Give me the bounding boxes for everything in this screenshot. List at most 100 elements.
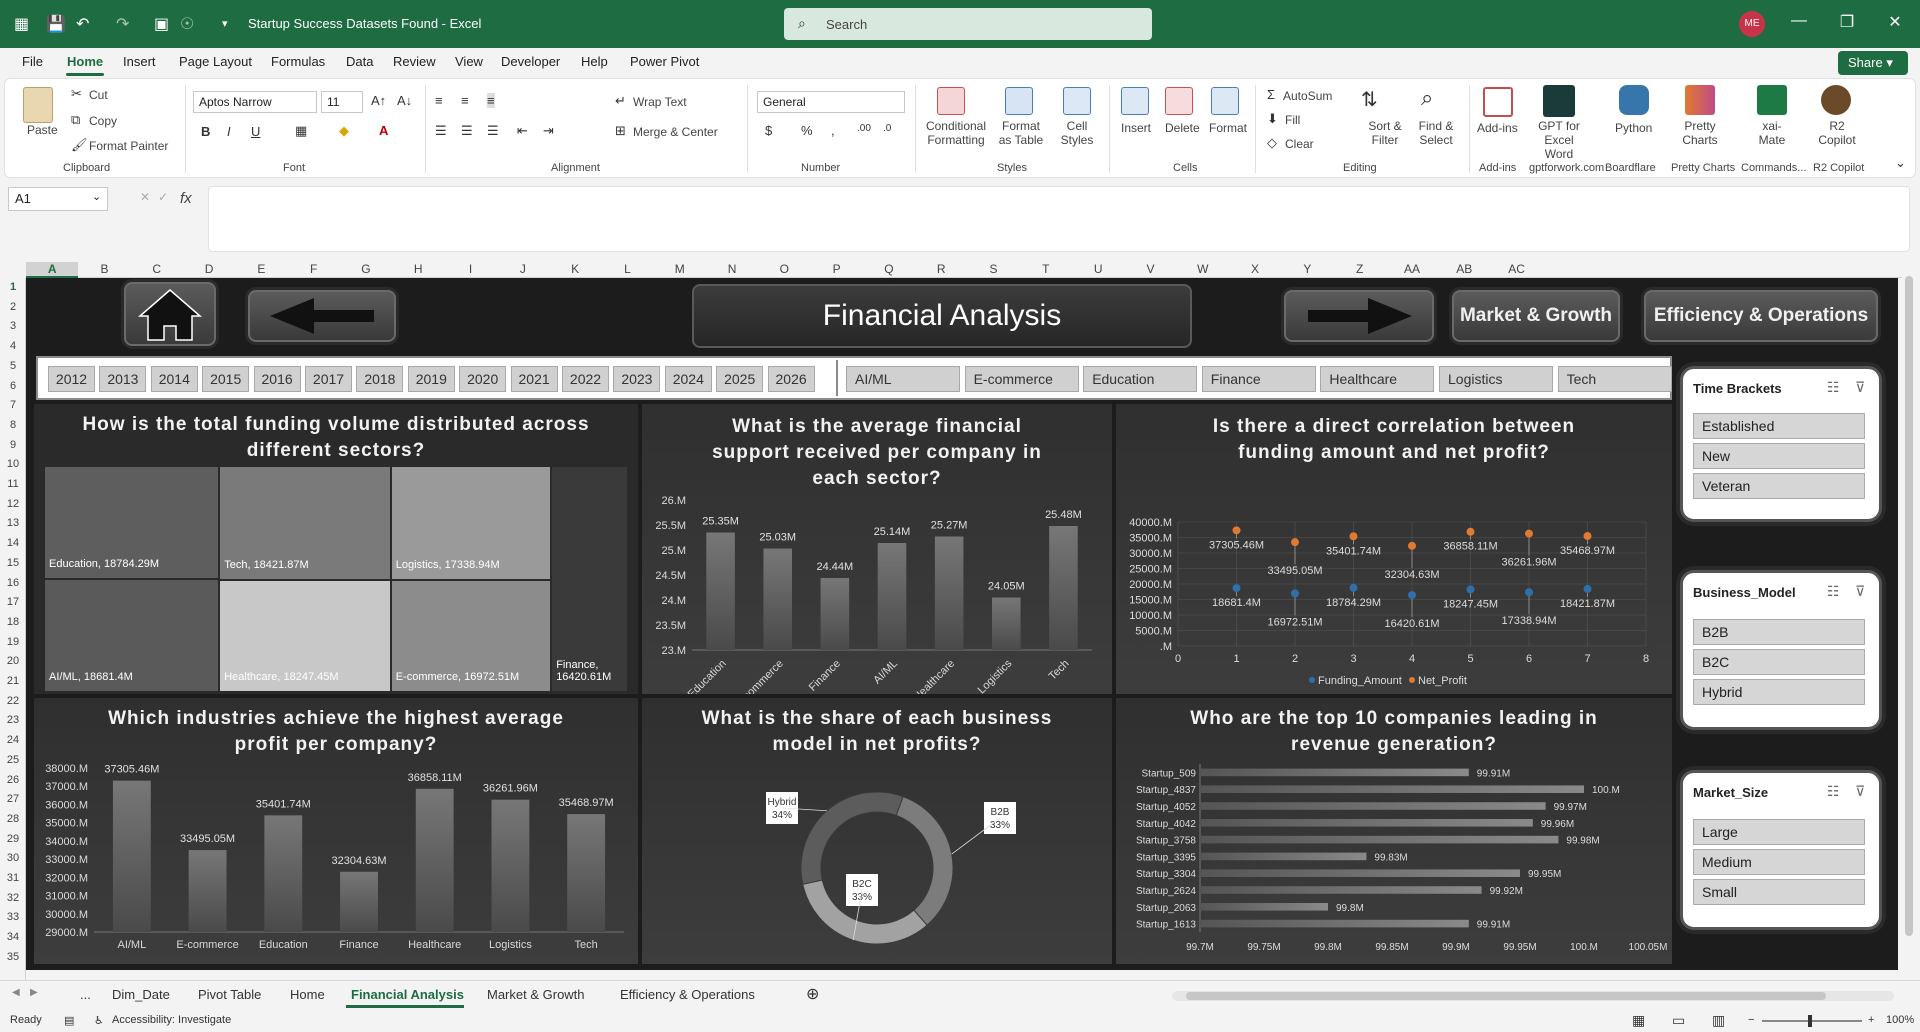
- xai-mate-icon[interactable]: [1757, 85, 1787, 115]
- slicer-item-established[interactable]: Established: [1693, 413, 1865, 439]
- confirm-entry-icon[interactable]: ✓: [158, 190, 168, 204]
- column-header[interactable]: F: [288, 262, 340, 276]
- python-button[interactable]: Python: [1615, 121, 1652, 135]
- tab-review[interactable]: Review: [393, 54, 436, 69]
- clear-icon[interactable]: ◇: [1267, 135, 1277, 151]
- row-header[interactable]: 22: [0, 695, 26, 707]
- row-header[interactable]: 27: [0, 793, 26, 805]
- horizontal-scroll-thumb[interactable]: [1186, 992, 1826, 1000]
- r2-copilot-button[interactable]: R2 Copilot: [1817, 119, 1857, 147]
- delete-cells-icon[interactable]: [1165, 87, 1193, 115]
- currency-icon[interactable]: $: [765, 123, 772, 138]
- column-header[interactable]: A: [26, 262, 79, 278]
- column-header[interactable]: E: [235, 262, 287, 276]
- share-button[interactable]: Share ▾: [1838, 51, 1908, 75]
- align-center-icon[interactable]: ☰: [461, 123, 473, 139]
- row-header[interactable]: 6: [0, 380, 26, 392]
- sector-chip[interactable]: Finance: [1201, 366, 1316, 392]
- zoom-level[interactable]: 100%: [1886, 1014, 1914, 1026]
- close-icon[interactable]: ✕: [1880, 12, 1910, 32]
- pretty-charts-icon[interactable]: [1685, 85, 1715, 115]
- slicer-item-veteran[interactable]: Veteran: [1693, 473, 1865, 499]
- bold-icon[interactable]: B: [201, 124, 210, 139]
- year-chip-2019[interactable]: 2019: [407, 366, 455, 392]
- wrap-text-icon[interactable]: ↵: [615, 93, 626, 109]
- column-header[interactable]: AB: [1438, 262, 1490, 276]
- sheet-tab-market-growth[interactable]: Market & Growth: [487, 987, 585, 1002]
- format-painter-button[interactable]: Format Painter: [89, 139, 168, 153]
- comma-icon[interactable]: ,: [831, 123, 835, 138]
- format-painter-icon[interactable]: 🖌: [71, 137, 88, 153]
- vertical-scroll-thumb[interactable]: [1905, 276, 1913, 936]
- cut-button[interactable]: Cut: [89, 88, 108, 102]
- fill-icon[interactable]: ⬇: [1267, 111, 1278, 127]
- align-bottom-icon[interactable]: ≡: [487, 93, 495, 108]
- autosum-icon[interactable]: Σ: [1267, 87, 1275, 102]
- sort-filter-button[interactable]: Sort & Filter: [1363, 119, 1407, 147]
- sector-chip[interactable]: Tech: [1557, 366, 1672, 392]
- sheet-tab-home[interactable]: Home: [290, 987, 325, 1002]
- delete-cells-button[interactable]: Delete: [1165, 121, 1200, 135]
- decrease-indent-icon[interactable]: ⇤: [517, 123, 528, 139]
- save-icon[interactable]: 💾: [46, 14, 66, 34]
- cell-styles-button[interactable]: Cell Styles: [1057, 119, 1097, 147]
- zoom-slider[interactable]: [1762, 1015, 1862, 1027]
- column-header[interactable]: D: [183, 262, 235, 276]
- row-header[interactable]: 25: [0, 754, 26, 766]
- macro-record-icon[interactable]: ▤: [64, 1014, 74, 1027]
- format-as-table-button[interactable]: Format as Table: [995, 119, 1047, 147]
- row-header[interactable]: 1: [0, 281, 26, 293]
- column-header[interactable]: Y: [1281, 262, 1333, 276]
- column-header[interactable]: Z: [1334, 262, 1386, 276]
- row-header[interactable]: 5: [0, 360, 26, 372]
- align-middle-icon[interactable]: ≡: [461, 93, 469, 108]
- slicer-item-medium[interactable]: Medium: [1693, 849, 1865, 875]
- column-header[interactable]: G: [340, 262, 392, 276]
- avatar[interactable]: ME: [1739, 11, 1765, 37]
- namebox-dropdown-icon[interactable]: ⌄: [92, 190, 101, 203]
- multi-select-icon[interactable]: ☷: [1827, 783, 1840, 800]
- sector-chip[interactable]: Healthcare: [1320, 366, 1435, 392]
- accessibility-status[interactable]: Accessibility: Investigate: [112, 1014, 231, 1026]
- conditional-formatting-button[interactable]: Conditional Formatting: [923, 119, 989, 147]
- align-right-icon[interactable]: ☰: [487, 123, 499, 139]
- year-chip-2024[interactable]: 2024: [664, 366, 712, 392]
- tab-help[interactable]: Help: [581, 54, 608, 69]
- form-icon[interactable]: ▣: [154, 14, 169, 34]
- tab-view[interactable]: View: [455, 54, 483, 69]
- normal-view-icon[interactable]: ▦: [1632, 1012, 1645, 1029]
- column-header[interactable]: X: [1229, 262, 1281, 276]
- tab-power-pivot[interactable]: Power Pivot: [630, 54, 699, 69]
- more-sheets-button[interactable]: ...: [80, 987, 91, 1002]
- sector-chip[interactable]: Logistics: [1439, 366, 1553, 392]
- sector-chip[interactable]: AI/ML: [846, 366, 960, 392]
- tab-page-layout[interactable]: Page Layout: [179, 54, 252, 69]
- increase-font-icon[interactable]: A↑: [371, 93, 386, 108]
- format-as-table-icon[interactable]: [1005, 87, 1033, 115]
- increase-decimal-icon[interactable]: .00: [857, 123, 871, 134]
- cut-icon[interactable]: ✂: [71, 86, 82, 102]
- tab-developer[interactable]: Developer: [501, 54, 560, 69]
- slicer-item-new[interactable]: New: [1693, 443, 1865, 469]
- tab-data[interactable]: Data: [346, 54, 373, 69]
- multi-select-icon[interactable]: ☷: [1827, 379, 1840, 396]
- column-header[interactable]: M: [654, 262, 706, 276]
- year-chip-2020[interactable]: 2020: [459, 366, 507, 392]
- year-chip-2026[interactable]: 2026: [767, 366, 815, 392]
- xai-mate-button[interactable]: xai-Mate: [1755, 119, 1789, 147]
- customize-toolbar-icon[interactable]: ▾: [222, 17, 228, 30]
- row-header[interactable]: 30: [0, 852, 26, 864]
- borders-icon[interactable]: ▦: [295, 123, 307, 139]
- sort-filter-icon[interactable]: ⇅: [1361, 87, 1378, 112]
- search-box[interactable]: ⌕ Search: [784, 8, 1152, 40]
- column-header[interactable]: O: [758, 262, 810, 276]
- year-chip-2023[interactable]: 2023: [613, 366, 661, 392]
- tab-formulas[interactable]: Formulas: [271, 54, 325, 69]
- year-chip-2012[interactable]: 2012: [48, 366, 95, 392]
- row-header[interactable]: 18: [0, 616, 26, 628]
- row-header[interactable]: 14: [0, 537, 26, 549]
- year-chip-2025[interactable]: 2025: [716, 366, 764, 392]
- page-break-view-icon[interactable]: ▥: [1712, 1012, 1725, 1029]
- year-chip-2018[interactable]: 2018: [356, 366, 404, 392]
- zoom-slider-handle[interactable]: [1808, 1015, 1812, 1027]
